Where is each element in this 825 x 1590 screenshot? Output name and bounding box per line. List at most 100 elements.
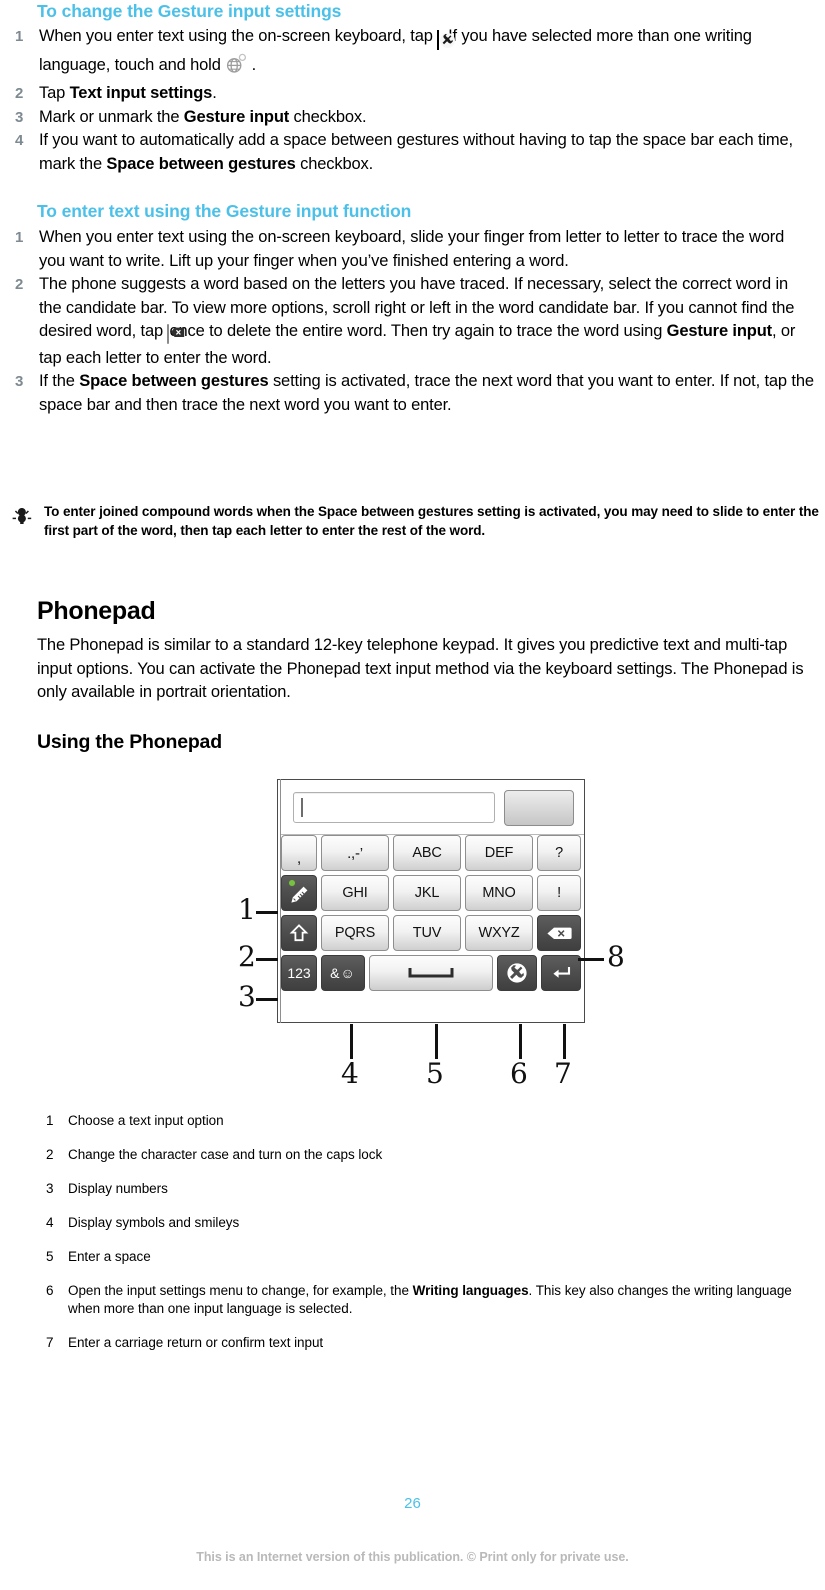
legend-item: 2 Change the character case and turn on … bbox=[46, 1146, 806, 1164]
step-text: Mark or unmark the Gesture input checkbo… bbox=[39, 106, 814, 130]
key-abc[interactable]: ABC bbox=[393, 835, 461, 871]
figure-border-right bbox=[584, 779, 585, 1023]
legend-item: 4 Display symbols and smileys bbox=[46, 1214, 806, 1232]
candidate-options-button[interactable] bbox=[504, 790, 574, 826]
legend-number: 5 bbox=[46, 1249, 54, 1264]
procedure-gesture-settings: 1 When you enter text using the on-scree… bbox=[14, 25, 814, 176]
procedure-gesture-function: 1 When you enter text using the on-scree… bbox=[14, 226, 814, 417]
step-text: If you want to automatically add a space… bbox=[39, 129, 814, 176]
key-backspace[interactable] bbox=[537, 915, 581, 951]
candidate-input[interactable] bbox=[293, 792, 495, 823]
key-input-settings[interactable] bbox=[497, 955, 537, 991]
legend-text: Enter a space bbox=[68, 1249, 151, 1264]
callout-8: 8 bbox=[607, 940, 625, 973]
legend-text: Change the character case and turn on th… bbox=[68, 1147, 383, 1162]
legend-item: 5 Enter a space bbox=[46, 1248, 806, 1266]
section-heading-phonepad: Phonepad bbox=[37, 597, 156, 625]
key-punctuation[interactable]: .,-’ bbox=[321, 835, 389, 871]
key-symbols-smileys[interactable]: &☺ bbox=[321, 955, 365, 991]
legend-text: Choose a text input option bbox=[68, 1113, 224, 1128]
key-tuv[interactable]: TUV bbox=[393, 915, 461, 951]
legend-item: 6 Open the input settings menu to change… bbox=[46, 1282, 806, 1318]
tip-text: To enter joined compound words when the … bbox=[44, 503, 820, 540]
legend-text: Enter a carriage return or confirm text … bbox=[68, 1335, 324, 1350]
key-exclamation[interactable]: ! bbox=[537, 875, 581, 911]
procedure-step: 3 Mark or unmark the Gesture input check… bbox=[14, 106, 814, 130]
step-number: 2 bbox=[15, 276, 24, 293]
section-heading-using-phonepad: Using the Phonepad bbox=[37, 731, 222, 753]
tip-text-bold: Space between gestures bbox=[318, 504, 474, 519]
legend-item: 1 Choose a text input option bbox=[46, 1112, 806, 1130]
tip-text-pre: To enter joined compound words when the bbox=[44, 504, 319, 519]
legend-number: 6 bbox=[46, 1283, 54, 1298]
key-text-input-option[interactable] bbox=[281, 875, 317, 911]
step-text-post: . bbox=[212, 84, 217, 102]
key-label: TUV bbox=[412, 925, 442, 941]
legend-text-pre: Open the input settings menu to change, … bbox=[68, 1283, 413, 1298]
key-label: GHI bbox=[342, 885, 368, 901]
procedure-step: 4 If you want to automatically add a spa… bbox=[14, 129, 814, 176]
key-def[interactable]: DEF bbox=[465, 835, 533, 871]
step-text-bold: Text input settings bbox=[69, 84, 213, 102]
legend-number: 4 bbox=[46, 1215, 54, 1230]
enter-return-icon bbox=[549, 963, 573, 983]
step-number: 1 bbox=[15, 28, 24, 45]
key-wxyz[interactable]: WXYZ bbox=[465, 915, 533, 951]
key-mno[interactable]: MNO bbox=[465, 875, 533, 911]
step-number: 2 bbox=[15, 85, 24, 102]
candidate-bar bbox=[281, 780, 584, 835]
key-label: 123 bbox=[287, 965, 311, 981]
callout-leader-1 bbox=[256, 911, 278, 914]
key-label: WXYZ bbox=[478, 925, 520, 941]
key-comma[interactable]: , bbox=[281, 835, 317, 871]
section-heading-gesture-settings: To change the Gesture input settings bbox=[37, 1, 342, 21]
backspace-icon bbox=[546, 926, 572, 941]
active-indicator-dot bbox=[289, 880, 295, 886]
legend-text: Open the input settings menu to change, … bbox=[68, 1282, 806, 1318]
manual-page: To change the Gesture input settings 1 W… bbox=[0, 0, 825, 1590]
phonepad-figure: , .,-’ ABC DEF ? GHI JKL MNO ! PQRS TUV … bbox=[277, 779, 585, 1023]
legend-number: 1 bbox=[46, 1113, 54, 1128]
legend-number: 7 bbox=[46, 1335, 54, 1350]
step-text: When you enter text using the on-screen … bbox=[39, 228, 785, 270]
callout-4: 4 bbox=[341, 1057, 359, 1090]
key-enter[interactable] bbox=[541, 955, 581, 991]
step-number: 1 bbox=[15, 229, 24, 246]
procedure-step: 3 If the Space between gestures setting … bbox=[14, 370, 814, 417]
lightbulb-tip-icon bbox=[10, 503, 44, 536]
step-number: 3 bbox=[15, 373, 24, 390]
space-bar-icon bbox=[406, 966, 456, 980]
callout-2: 2 bbox=[238, 940, 256, 973]
key-jkl[interactable]: JKL bbox=[393, 875, 461, 911]
key-ghi[interactable]: GHI bbox=[321, 875, 389, 911]
phonepad-paragraph: The Phonepad is similar to a standard 12… bbox=[37, 636, 804, 701]
key-shift-caps[interactable] bbox=[281, 915, 317, 951]
callout-7: 7 bbox=[554, 1057, 572, 1090]
key-label: PQRS bbox=[334, 925, 376, 941]
key-question[interactable]: ? bbox=[537, 835, 581, 871]
step-text: The phone suggests a word based on the l… bbox=[39, 273, 814, 370]
figure-border-bottom bbox=[277, 1022, 585, 1023]
callout-leader-2 bbox=[256, 958, 278, 961]
page-number: 26 bbox=[404, 1495, 421, 1512]
step-text-post: checkbox. bbox=[295, 154, 374, 173]
key-pqrs[interactable]: PQRS bbox=[321, 915, 389, 951]
key-numbers[interactable]: 123 bbox=[281, 955, 317, 991]
step-text-pre: If the bbox=[39, 372, 80, 390]
tip-block: To enter joined compound words when the … bbox=[10, 503, 820, 540]
procedure-step: 2 The phone suggests a word based on the… bbox=[14, 273, 814, 370]
callout-5: 5 bbox=[426, 1057, 444, 1090]
wrench-icon bbox=[505, 961, 529, 985]
step-number: 4 bbox=[15, 132, 24, 149]
figure-legend: 1 Choose a text input option 2 Change th… bbox=[46, 1112, 806, 1368]
step-text: Tap Text input settings. bbox=[39, 82, 814, 106]
step-text-part-3: . bbox=[251, 55, 257, 74]
legend-item: 7 Enter a carriage return or confirm tex… bbox=[46, 1334, 806, 1352]
legend-number: 2 bbox=[46, 1147, 54, 1162]
step-text-bold: Gesture input bbox=[183, 107, 290, 126]
figure-border-left bbox=[277, 779, 278, 1023]
callout-1: 1 bbox=[238, 893, 256, 926]
step-text-pre: Tap bbox=[39, 84, 70, 102]
key-space[interactable] bbox=[369, 955, 493, 991]
key-label: JKL bbox=[414, 885, 440, 901]
